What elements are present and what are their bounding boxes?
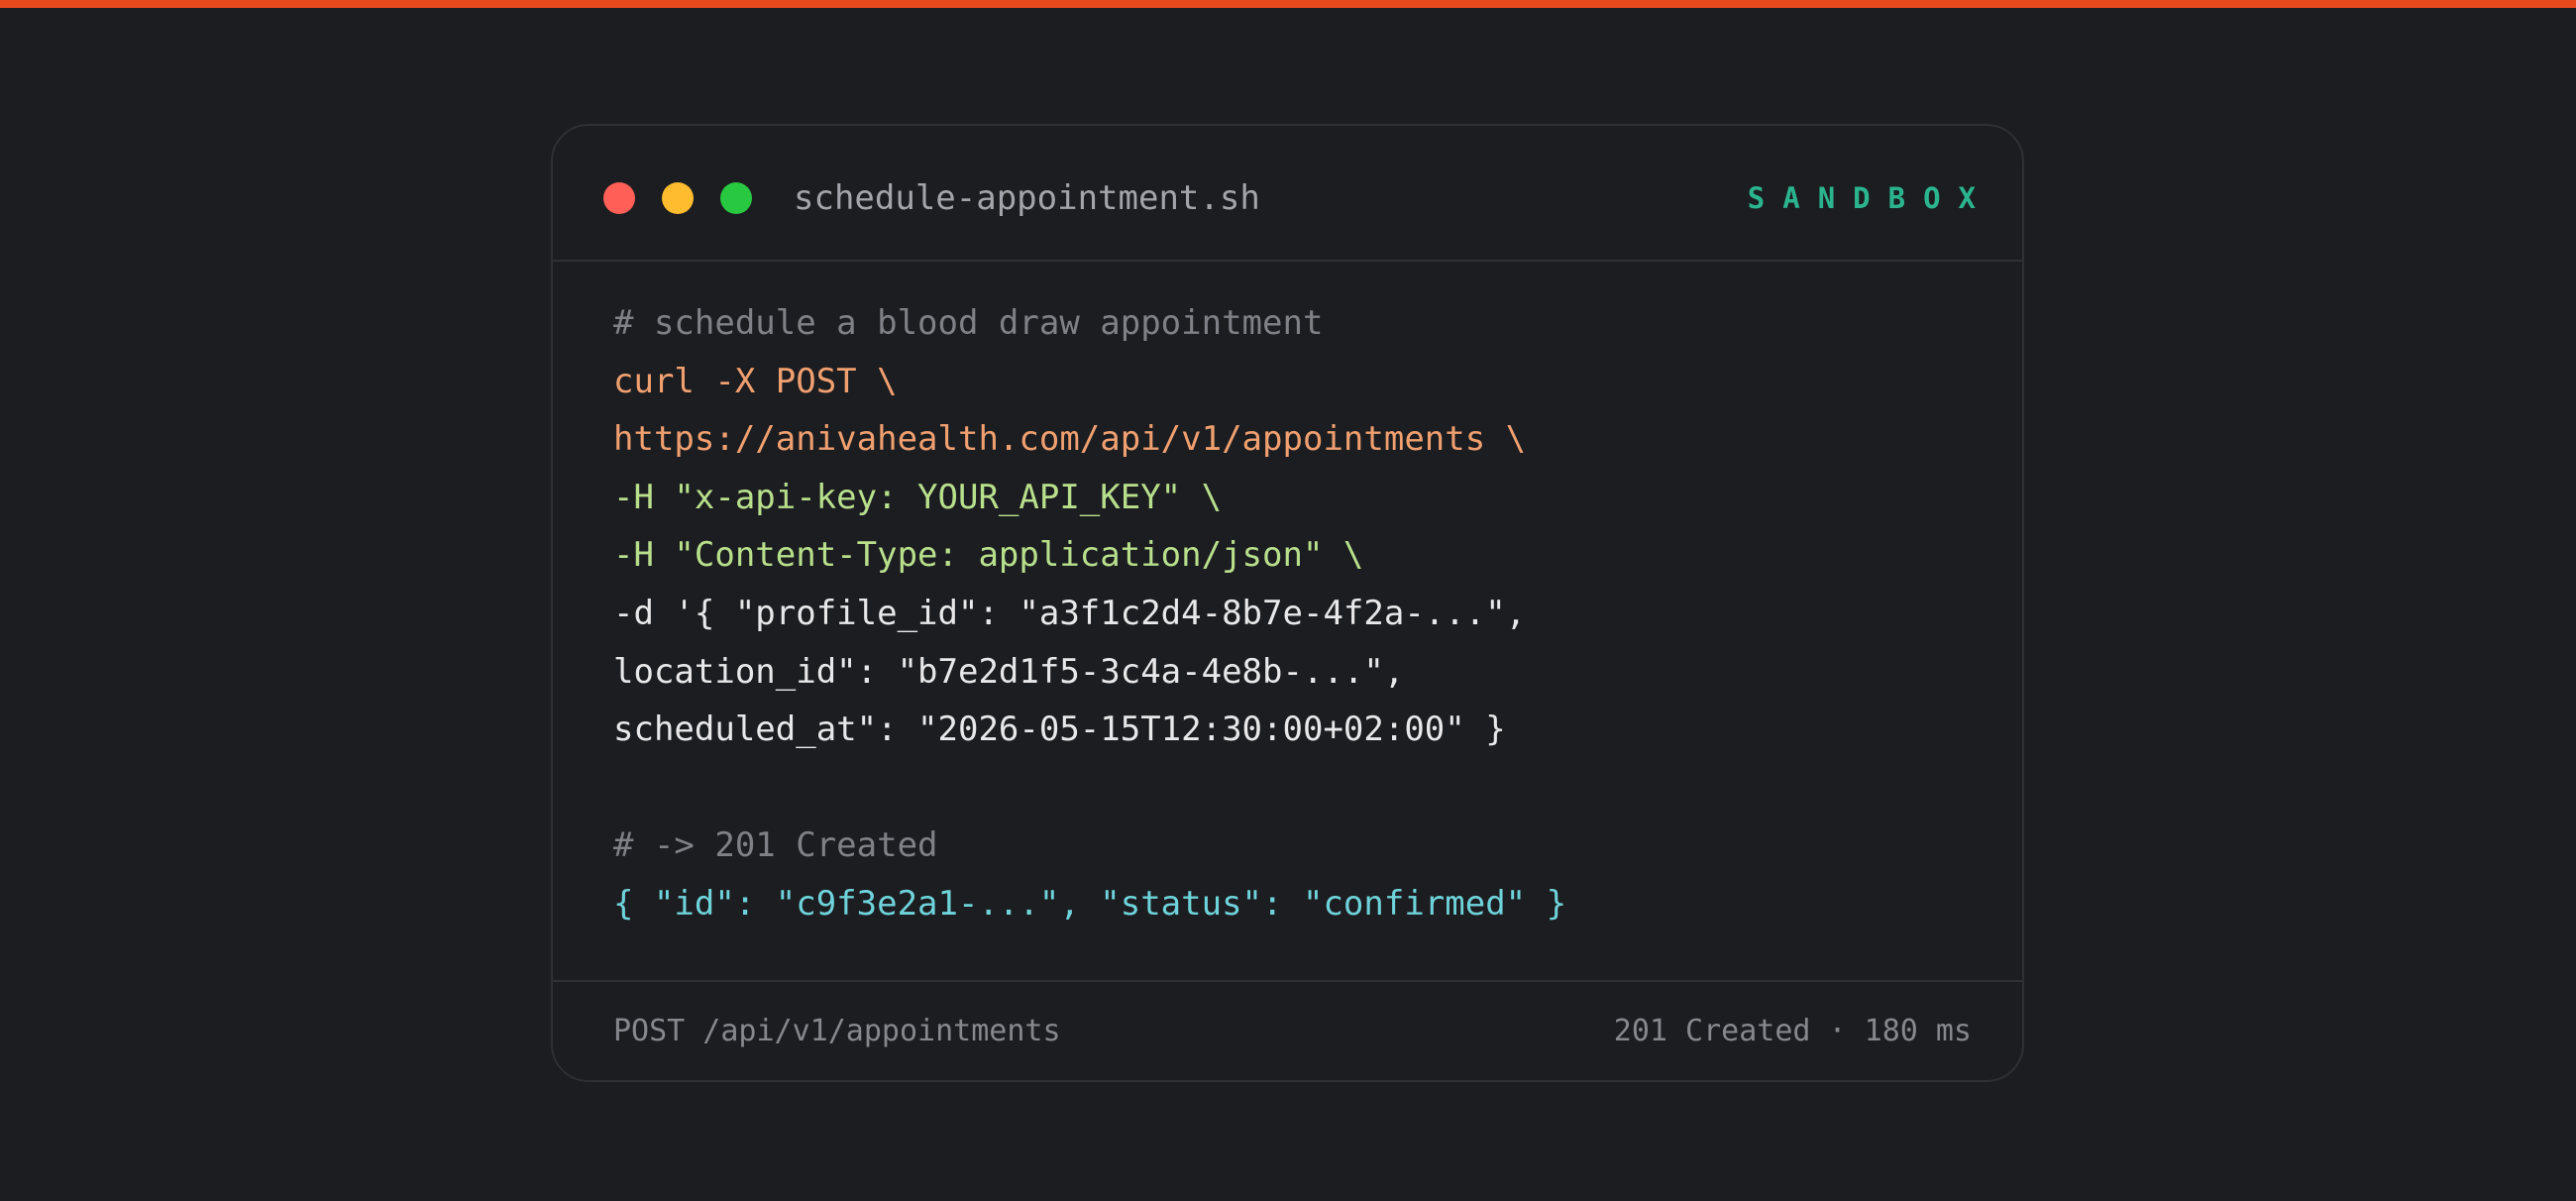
window-titlebar: schedule-appointment.sh SANDBOX bbox=[553, 126, 2022, 262]
code-line: location_id": "b7e2d1f5-3c4a-4e8b-...", bbox=[613, 651, 1405, 692]
close-dot-icon[interactable] bbox=[603, 182, 635, 214]
code-block: # schedule a blood draw appointment curl… bbox=[613, 294, 1566, 933]
code-line: curl -X POST \ bbox=[613, 361, 898, 401]
code-line: # -> 201 Created bbox=[613, 825, 938, 866]
code-window: schedule-appointment.sh SANDBOX # schedu… bbox=[551, 124, 2024, 1082]
maximize-dot-icon[interactable] bbox=[720, 182, 752, 214]
window-footer: POST /api/v1/appointments 201 Created · … bbox=[553, 980, 2022, 1080]
code-line: -d '{ "profile_id": "a3f1c2d4-8b7e-4f2a-… bbox=[613, 593, 1527, 633]
code-line: # schedule a blood draw appointment bbox=[613, 303, 1324, 343]
minimize-dot-icon[interactable] bbox=[662, 182, 694, 214]
footer-status: 201 Created · 180 ms bbox=[1613, 1014, 1972, 1048]
environment-badge: SANDBOX bbox=[1747, 181, 1993, 215]
code-line: -H "x-api-key: YOUR_API_KEY" \ bbox=[613, 477, 1223, 517]
code-line: -H "Content-Type: application/json" \ bbox=[613, 535, 1364, 576]
window-filename: schedule-appointment.sh bbox=[794, 178, 1260, 218]
footer-endpoint: POST /api/v1/appointments bbox=[613, 1014, 1061, 1048]
code-line: scheduled_at": "2026-05-15T12:30:00+02:0… bbox=[613, 710, 1506, 750]
accent-top-bar bbox=[0, 0, 2576, 8]
code-line: https://anivahealth.com/api/v1/appointme… bbox=[613, 419, 1527, 460]
code-line: { "id": "c9f3e2a1-...", "status": "confi… bbox=[613, 883, 1567, 924]
